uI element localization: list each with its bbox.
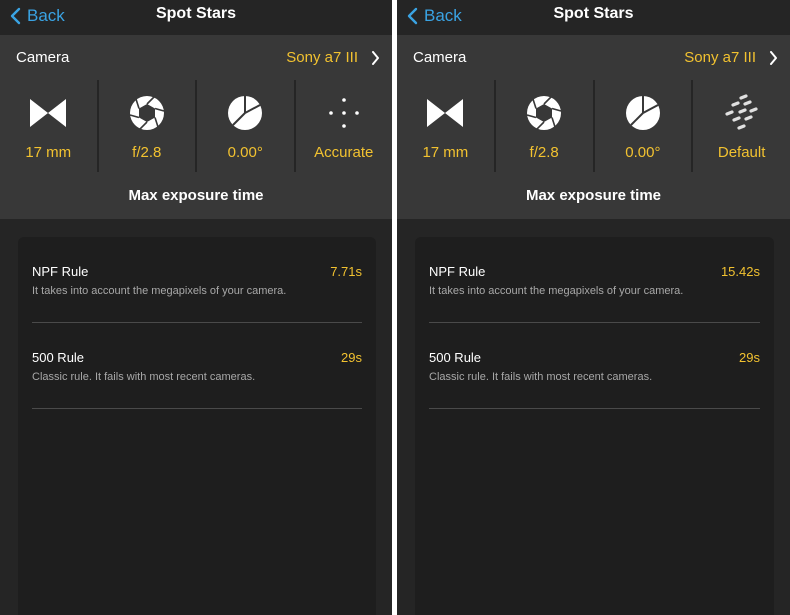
rule-description: Classic rule. It fails with most recent … — [429, 371, 653, 383]
accuracy-button[interactable]: Accurate — [295, 80, 392, 172]
list-item-500-rule: 500 Rule 29s Classic rule. It fails with… — [429, 323, 760, 409]
results-card: NPF Rule 7.71s It takes into account the… — [18, 237, 376, 615]
page-title: Spot Stars — [553, 5, 634, 22]
accuracy-value: Accurate — [314, 144, 374, 161]
declination-value: 0.00° — [227, 144, 263, 161]
camera-value: Sony a7 III — [286, 49, 358, 66]
camera-label: Camera — [16, 49, 70, 66]
parameter-grid: 17 mm f/2.8 — [397, 80, 790, 172]
focal-length-value: 17 mm — [25, 144, 72, 161]
focal-length-icon — [28, 93, 68, 133]
chevron-right-icon — [770, 51, 777, 65]
rule-description: Classic rule. It fails with most recent … — [32, 371, 256, 383]
rule-name: NPF Rule — [32, 264, 89, 279]
page-title: Spot Stars — [155, 5, 236, 22]
focal-length-button[interactable]: 17 mm — [0, 80, 97, 172]
results-card: NPF Rule 15.42s It takes into account th… — [415, 237, 774, 615]
screen-left: Back Spot Stars Camera Sony a7 III 17 mm — [0, 0, 392, 615]
rule-value: 15.42s — [720, 264, 760, 279]
focal-length-icon — [425, 93, 465, 133]
camera-selector-row[interactable]: Camera Sony a7 III — [0, 35, 392, 80]
parameter-grid: 17 mm f/2.8 — [0, 80, 392, 172]
star-mode-value: Default — [717, 144, 766, 161]
star-mode-button[interactable]: Default — [693, 80, 790, 172]
focal-length-button[interactable]: 17 mm — [397, 80, 494, 172]
declination-button[interactable]: 0.00° — [594, 80, 692, 172]
section-title: Max exposure time — [397, 172, 790, 219]
section-title: Max exposure time — [0, 172, 392, 219]
aperture-icon — [127, 93, 167, 133]
camera-value: Sony a7 III — [684, 49, 756, 66]
declination-button[interactable]: 0.00° — [197, 80, 294, 172]
list-item-npf-rule: NPF Rule 15.42s It takes into account th… — [429, 237, 760, 323]
rule-name: 500 Rule — [32, 350, 85, 365]
rule-value: 7.71s — [330, 264, 362, 279]
camera-label: Camera — [413, 49, 467, 66]
declination-pie-icon — [623, 93, 663, 133]
rule-description: It takes into account the megapixels of … — [429, 285, 684, 297]
rule-description: It takes into account the megapixels of … — [32, 285, 287, 297]
star-trail-icon — [722, 93, 762, 133]
chevron-right-icon — [372, 51, 379, 65]
accuracy-dots-icon — [324, 93, 364, 133]
declination-value: 0.00° — [625, 144, 661, 161]
aperture-value: f/2.8 — [529, 144, 559, 161]
rule-value: 29s — [341, 350, 362, 365]
aperture-value: f/2.8 — [132, 144, 162, 161]
focal-length-value: 17 mm — [422, 144, 469, 161]
rule-value: 29s — [739, 350, 760, 365]
declination-pie-icon — [225, 93, 265, 133]
aperture-button[interactable]: f/2.8 — [495, 80, 593, 172]
list-item-500-rule: 500 Rule 29s Classic rule. It fails with… — [32, 323, 362, 409]
navigation-bar: Back Spot Stars — [0, 0, 392, 34]
screen-right: Back Spot Stars Camera Sony a7 III 17 mm — [397, 0, 790, 615]
navigation-bar: Back Spot Stars — [397, 0, 790, 34]
aperture-icon — [524, 93, 564, 133]
camera-selector-row[interactable]: Camera Sony a7 III — [397, 35, 790, 80]
aperture-button[interactable]: f/2.8 — [98, 80, 195, 172]
list-item-npf-rule: NPF Rule 7.71s It takes into account the… — [32, 237, 362, 323]
rule-name: 500 Rule — [429, 350, 482, 365]
rule-name: NPF Rule — [429, 264, 486, 279]
